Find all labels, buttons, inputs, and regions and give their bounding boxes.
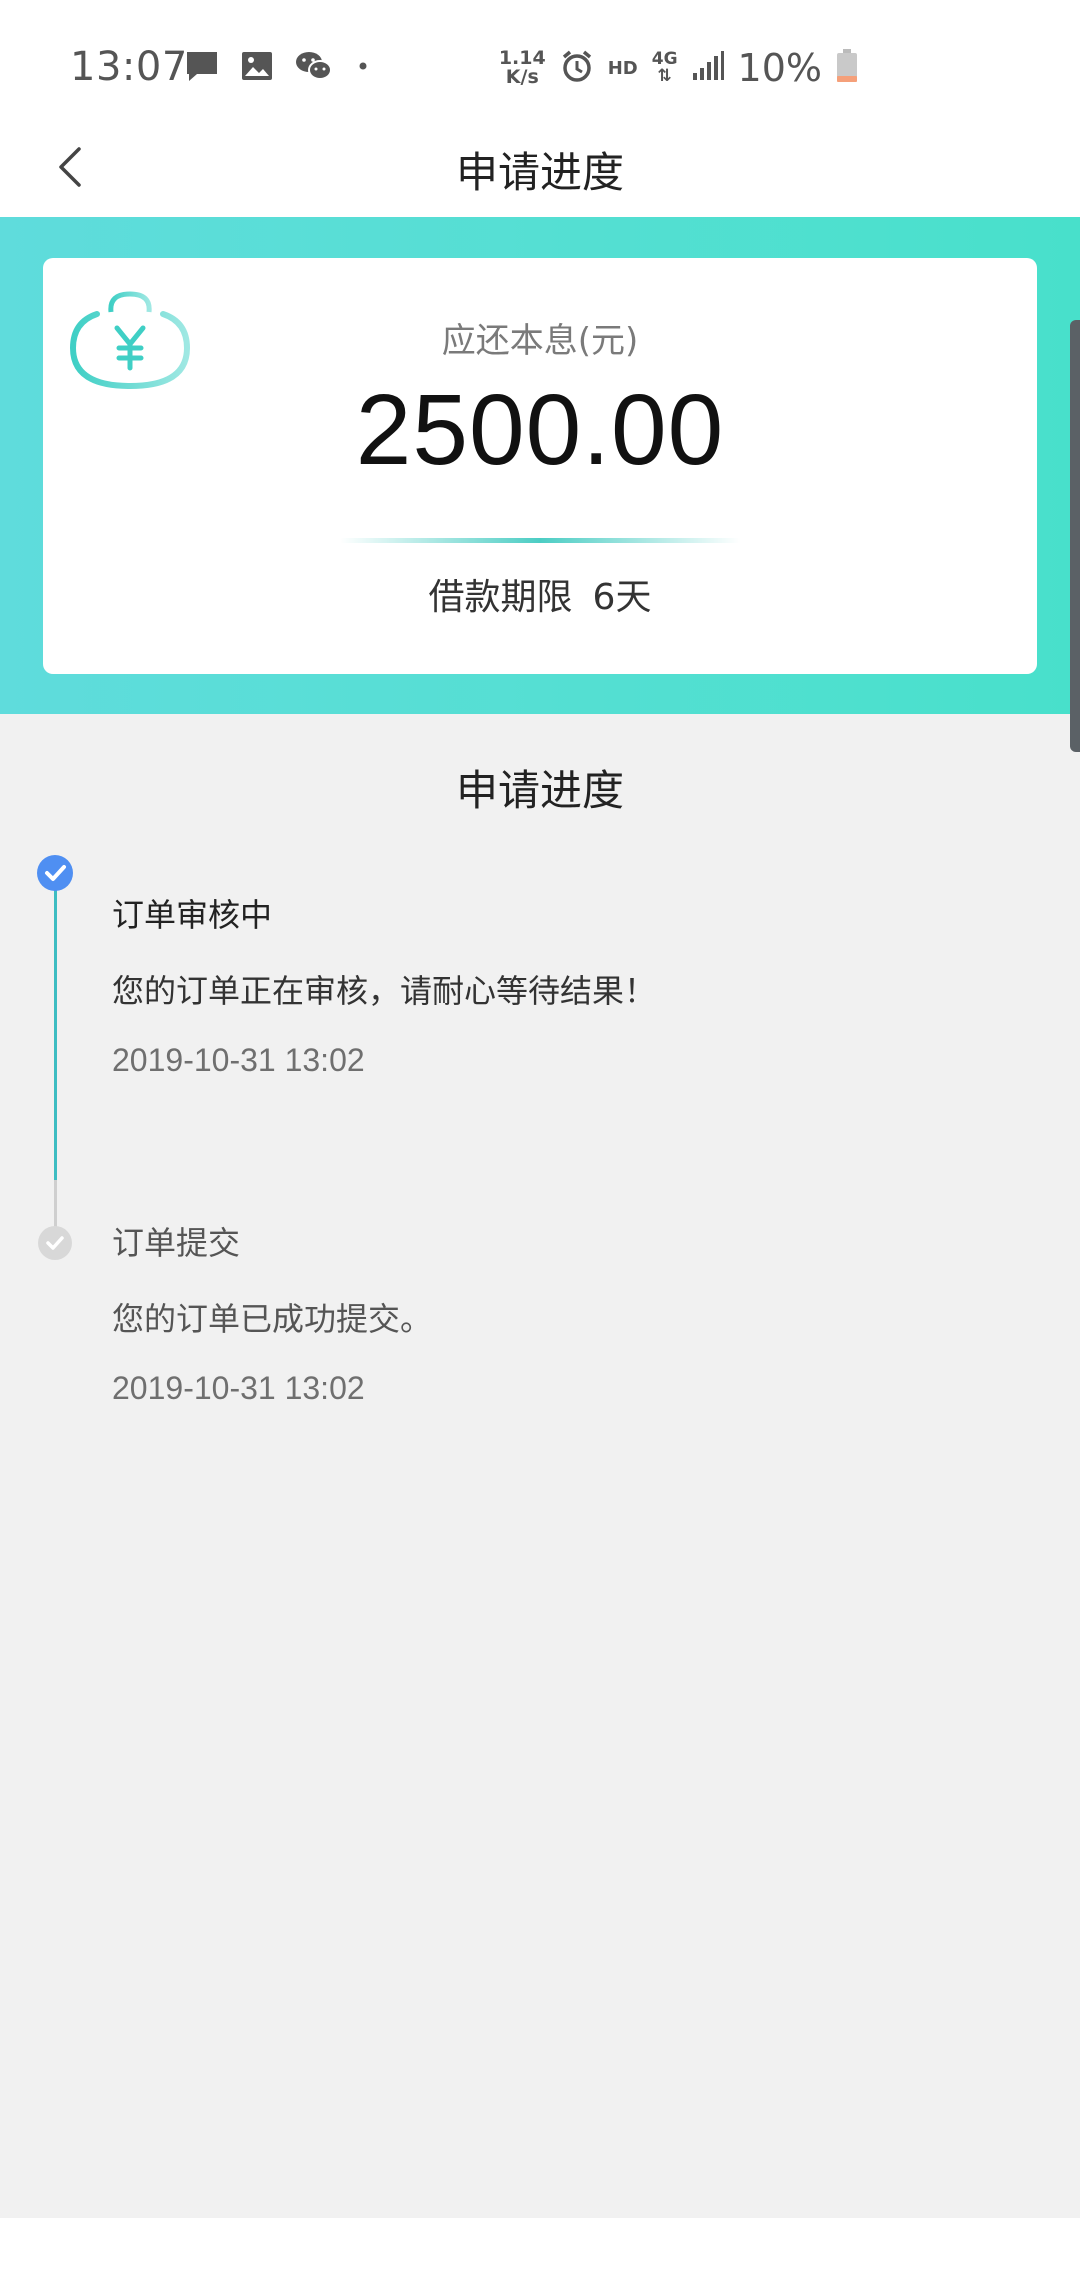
timeline-step-submitted: 订单提交 您的订单已成功提交。 2019-10-31 13:02 [112,1218,432,1407]
system-status: 1.14 K/s HD 4G ⇅ 10% [499,46,858,90]
status-time: 13:07 [70,44,188,90]
status-bar: 13:07 1.14 K/s HD 4G ⇅ 10% [0,0,1080,135]
timeline-step-review: 订单审核中 您的订单正在审核，请耐心等待结果！ 2019-10-31 13:02 [112,890,656,1079]
network-type: 4G ⇅ [652,51,678,85]
notification-icons [185,50,371,86]
step-title: 订单提交 [112,1224,241,1262]
alarm-icon [560,49,594,87]
term-label: 借款期限 [428,577,573,618]
net-speed: 1.14 K/s [499,49,546,87]
amount-card: 应还本息(元) 2500.00 借款期限 6天 [43,258,1037,674]
timeline-line-active [54,890,57,1180]
term-value: 6天 [592,577,652,618]
step-time: 2019-10-31 13:02 [112,1370,365,1406]
bottom-bar [0,2218,1080,2280]
app-header: 申请进度 [0,135,1080,217]
step-time: 2019-10-31 13:02 [112,1042,365,1078]
dot-icon [355,58,371,78]
amount-label: 应还本息(元) [441,321,639,361]
signal-icon [692,51,724,85]
net-speed-unit: K/s [505,66,539,88]
wechat-icon [295,50,333,86]
progress-section-title: 申请进度 [455,766,624,815]
image-icon [241,51,273,85]
page-title: 申请进度 [455,148,624,197]
hd-indicator: HD [607,57,638,79]
message-icon [185,50,219,86]
step-active-dot [37,855,73,891]
check-circle-icon [46,1236,64,1250]
step-desc: 您的订单已成功提交。 [112,1300,433,1338]
step-desc: 您的订单正在审核，请耐心等待结果！ [112,972,657,1010]
scroll-indicator[interactable] [1070,320,1080,752]
amount-value: 2500.00 [355,374,725,486]
battery-percent: 10% [737,46,822,90]
step-title: 订单审核中 [112,896,273,934]
timeline-line-inactive [54,1180,57,1228]
check-circle-icon [45,865,66,881]
battery-icon [836,49,858,87]
data-arrows-icon: ⇅ [657,66,672,86]
step-done-dot [38,1226,72,1260]
amount-divider [340,538,740,543]
loan-term: 借款期限 6天 [43,568,1037,620]
